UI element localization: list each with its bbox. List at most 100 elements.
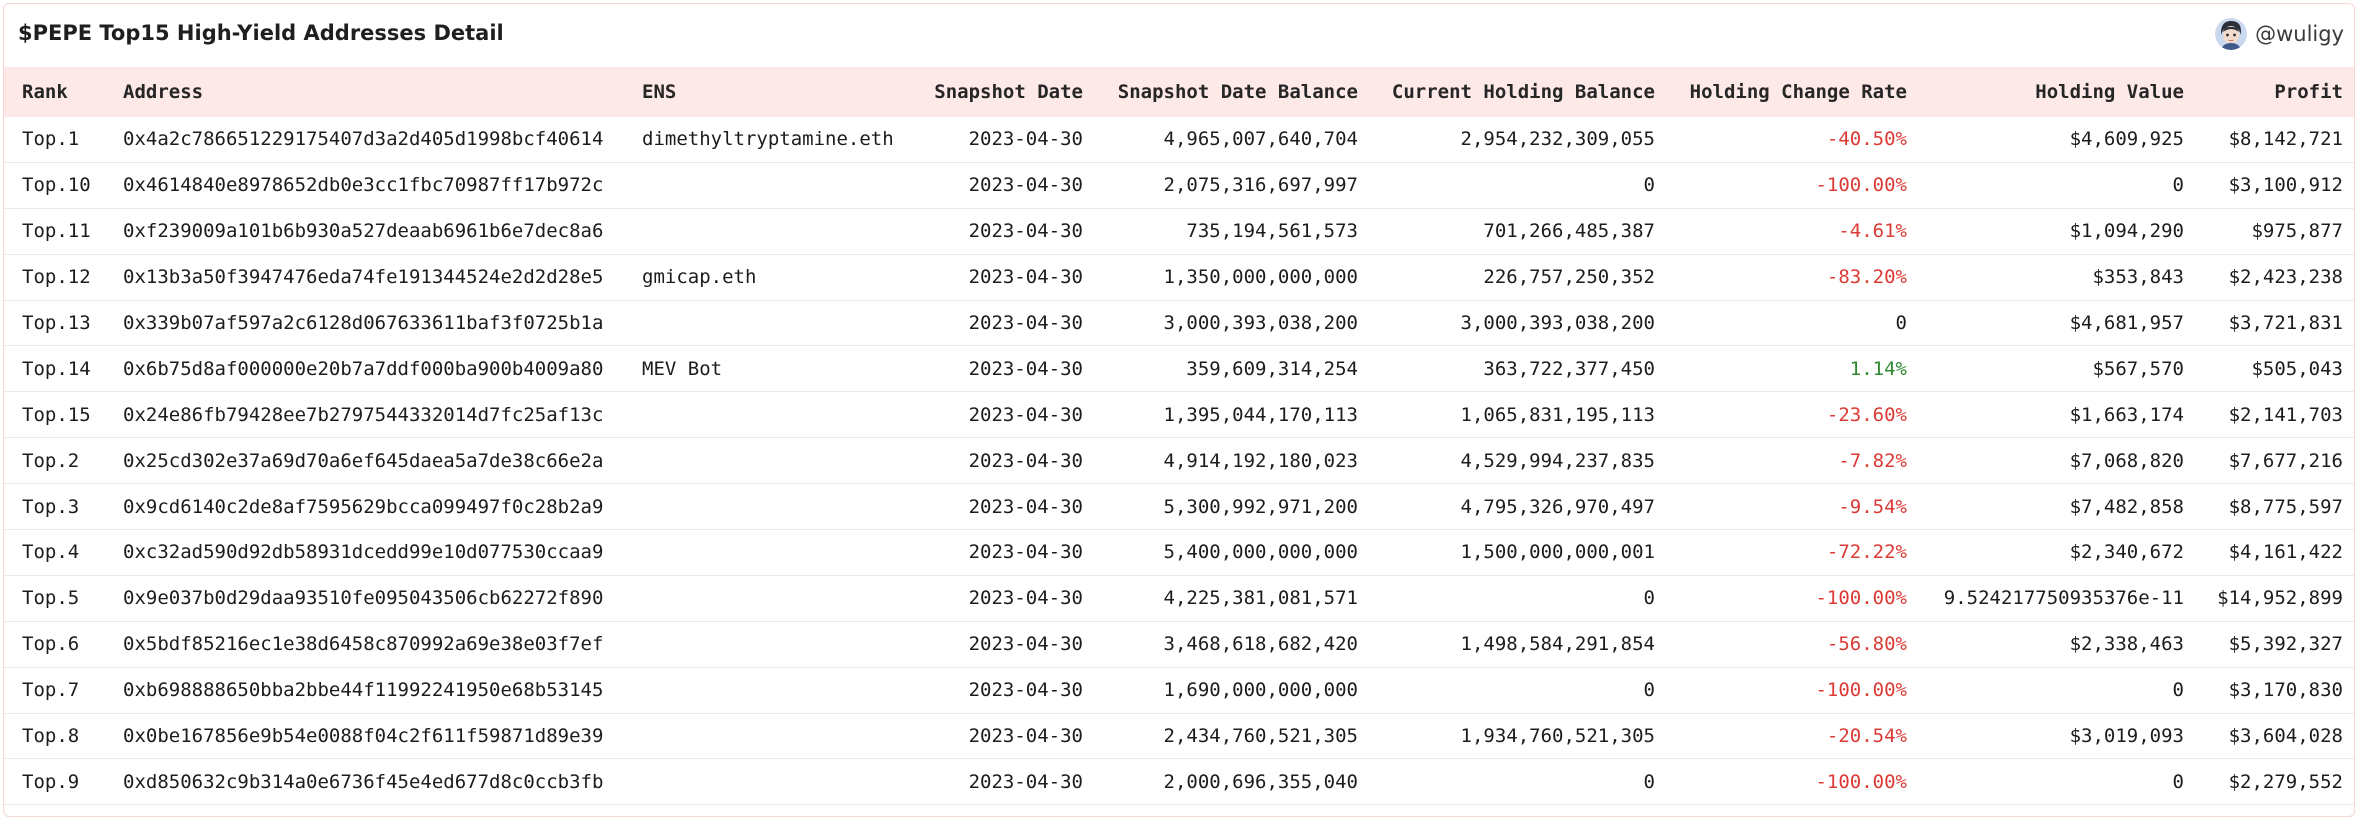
column-header-current-balance[interactable]: Current Holding Balance xyxy=(1374,67,1655,117)
table-row[interactable]: Top.140x6b75d8af000000e20b7a7ddf000ba900… xyxy=(4,346,2354,392)
profit-cell: $3,721,831 xyxy=(2194,301,2343,346)
profit-cell: $975,877 xyxy=(2194,209,2343,254)
address-cell[interactable]: 0x5bdf85216ec1e38d6458c870992a69e38e03f7… xyxy=(123,622,643,667)
address-cell[interactable]: 0x0be167856e9b54e0088f04c2f611f59871d89e… xyxy=(123,714,643,759)
column-header-ens[interactable]: ENS xyxy=(642,67,942,117)
rank-cell: Top.2 xyxy=(22,438,112,483)
holding-value-cell: 0 xyxy=(1914,668,2184,713)
current-balance-cell: 226,757,250,352 xyxy=(1374,255,1655,300)
change-rate-cell: -83.20% xyxy=(1664,255,1907,300)
snapshot-balance-cell: 1,350,000,000,000 xyxy=(1094,255,1358,300)
holding-value-cell: $353,843 xyxy=(1914,255,2184,300)
change-rate-cell: -7.82% xyxy=(1664,438,1907,483)
table-row[interactable]: Top.130x339b07af597a2c6128d067633611baf3… xyxy=(4,301,2354,347)
table-row[interactable]: Top.30x9cd6140c2de8af7595629bcca099497f0… xyxy=(4,484,2354,530)
address-cell[interactable]: 0x13b3a50f3947476eda74fe191344524e2d2d28… xyxy=(123,255,643,300)
change-rate-cell: -72.22% xyxy=(1664,530,1907,575)
table-row[interactable]: Top.80x0be167856e9b54e0088f04c2f611f5987… xyxy=(4,714,2354,760)
table-row[interactable]: Top.110xf239009a101b6b930a527deaab6961b6… xyxy=(4,209,2354,255)
holding-value-cell: $7,068,820 xyxy=(1914,438,2184,483)
address-cell[interactable]: 0xf239009a101b6b930a527deaab6961b6e7dec8… xyxy=(123,209,643,254)
profit-cell: $3,100,912 xyxy=(2194,163,2343,208)
address-cell[interactable]: 0x25cd302e37a69d70a6ef645daea5a7de38c66e… xyxy=(123,438,643,483)
username[interactable]: @wuligy xyxy=(2255,22,2344,46)
address-cell[interactable]: 0x9cd6140c2de8af7595629bcca099497f0c28b2… xyxy=(123,484,643,529)
snapshot-date-cell: 2023-04-30 xyxy=(904,438,1083,483)
current-balance-cell: 4,795,326,970,497 xyxy=(1374,484,1655,529)
snapshot-date-cell: 2023-04-30 xyxy=(904,117,1083,162)
column-header-profit[interactable]: Profit xyxy=(2194,67,2343,117)
column-header-holding-value[interactable]: Holding Value xyxy=(1914,67,2184,117)
address-cell[interactable]: 0xd850632c9b314a0e6736f45e4ed677d8c0ccb3… xyxy=(123,759,643,804)
table-row[interactable]: Top.150x24e86fb79428ee7b2797544332014d7f… xyxy=(4,392,2354,438)
profit-cell: $8,775,597 xyxy=(2194,484,2343,529)
table-row[interactable]: Top.60x5bdf85216ec1e38d6458c870992a69e38… xyxy=(4,622,2354,668)
snapshot-date-cell: 2023-04-30 xyxy=(904,209,1083,254)
address-cell[interactable]: 0x6b75d8af000000e20b7a7ddf000ba900b4009a… xyxy=(123,346,643,391)
snapshot-date-cell: 2023-04-30 xyxy=(904,668,1083,713)
ens-cell xyxy=(642,209,942,254)
snapshot-date-cell: 2023-04-30 xyxy=(904,759,1083,804)
table-row[interactable]: Top.90xd850632c9b314a0e6736f45e4ed677d8c… xyxy=(4,759,2354,805)
snapshot-balance-cell: 5,400,000,000,000 xyxy=(1094,530,1358,575)
user-avatar-icon xyxy=(2215,18,2247,50)
rank-cell: Top.6 xyxy=(22,622,112,667)
profit-cell: $2,423,238 xyxy=(2194,255,2343,300)
profit-cell: $2,141,703 xyxy=(2194,392,2343,437)
current-balance-cell: 4,529,994,237,835 xyxy=(1374,438,1655,483)
current-balance-cell: 363,722,377,450 xyxy=(1374,346,1655,391)
change-rate-cell: -9.54% xyxy=(1664,484,1907,529)
snapshot-date-cell: 2023-04-30 xyxy=(904,484,1083,529)
column-header-snapshot-date[interactable]: Snapshot Date xyxy=(904,67,1083,117)
user-badge[interactable]: @wuligy xyxy=(2215,18,2344,50)
rank-cell: Top.11 xyxy=(22,209,112,254)
table-row[interactable]: Top.20x25cd302e37a69d70a6ef645daea5a7de3… xyxy=(4,438,2354,484)
address-cell[interactable]: 0x9e037b0d29daa93510fe095043506cb62272f8… xyxy=(123,576,643,621)
table-header-row: Rank Address ENS Snapshot Date Snapshot … xyxy=(4,67,2354,117)
current-balance-cell: 1,498,584,291,854 xyxy=(1374,622,1655,667)
holding-value-cell: $2,340,672 xyxy=(1914,530,2184,575)
rank-cell: Top.4 xyxy=(22,530,112,575)
change-rate-cell: -100.00% xyxy=(1664,576,1907,621)
table-row[interactable]: Top.70xb698888650bba2bbe44f11992241950e6… xyxy=(4,668,2354,714)
address-cell[interactable]: 0x4614840e8978652db0e3cc1fbc70987ff17b97… xyxy=(123,163,643,208)
profit-cell: $7,677,216 xyxy=(2194,438,2343,483)
table-row[interactable]: Top.40xc32ad590d92db58931dcedd99e10d0775… xyxy=(4,530,2354,576)
address-cell[interactable]: 0xc32ad590d92db58931dcedd99e10d077530cca… xyxy=(123,530,643,575)
snapshot-balance-cell: 2,075,316,697,997 xyxy=(1094,163,1358,208)
snapshot-balance-cell: 5,300,992,971,200 xyxy=(1094,484,1358,529)
snapshot-date-cell: 2023-04-30 xyxy=(904,163,1083,208)
column-header-rank[interactable]: Rank xyxy=(22,67,112,117)
ens-cell: gmicap.eth xyxy=(642,255,942,300)
ens-cell xyxy=(642,392,942,437)
change-rate-cell: -100.00% xyxy=(1664,759,1907,804)
address-cell[interactable]: 0xb698888650bba2bbe44f11992241950e68b531… xyxy=(123,668,643,713)
change-rate-cell: 1.14% xyxy=(1664,346,1907,391)
address-cell[interactable]: 0x339b07af597a2c6128d067633611baf3f0725b… xyxy=(123,301,643,346)
column-header-address[interactable]: Address xyxy=(123,67,643,117)
holding-value-cell: $7,482,858 xyxy=(1914,484,2184,529)
current-balance-cell: 701,266,485,387 xyxy=(1374,209,1655,254)
change-rate-cell: -56.80% xyxy=(1664,622,1907,667)
address-cell[interactable]: 0x4a2c786651229175407d3a2d405d1998bcf406… xyxy=(123,117,643,162)
ens-cell xyxy=(642,714,942,759)
table-row[interactable]: Top.100x4614840e8978652db0e3cc1fbc70987f… xyxy=(4,163,2354,209)
snapshot-date-cell: 2023-04-30 xyxy=(904,255,1083,300)
holding-value-cell: 0 xyxy=(1914,759,2184,804)
table-row[interactable]: Top.120x13b3a50f3947476eda74fe191344524e… xyxy=(4,255,2354,301)
table-row[interactable]: Top.10x4a2c786651229175407d3a2d405d1998b… xyxy=(4,117,2354,163)
snapshot-date-cell: 2023-04-30 xyxy=(904,346,1083,391)
ens-cell xyxy=(642,759,942,804)
snapshot-date-cell: 2023-04-30 xyxy=(904,622,1083,667)
ens-cell xyxy=(642,530,942,575)
rank-cell: Top.15 xyxy=(22,392,112,437)
column-header-change-rate[interactable]: Holding Change Rate xyxy=(1664,67,1907,117)
table-row[interactable]: Top.50x9e037b0d29daa93510fe095043506cb62… xyxy=(4,576,2354,622)
holding-value-cell: 0 xyxy=(1914,163,2184,208)
rank-cell: Top.12 xyxy=(22,255,112,300)
snapshot-balance-cell: 735,194,561,573 xyxy=(1094,209,1358,254)
change-rate-cell: -100.00% xyxy=(1664,668,1907,713)
snapshot-date-cell: 2023-04-30 xyxy=(904,714,1083,759)
address-cell[interactable]: 0x24e86fb79428ee7b2797544332014d7fc25af1… xyxy=(123,392,643,437)
column-header-snapshot-balance[interactable]: Snapshot Date Balance xyxy=(1094,67,1358,117)
